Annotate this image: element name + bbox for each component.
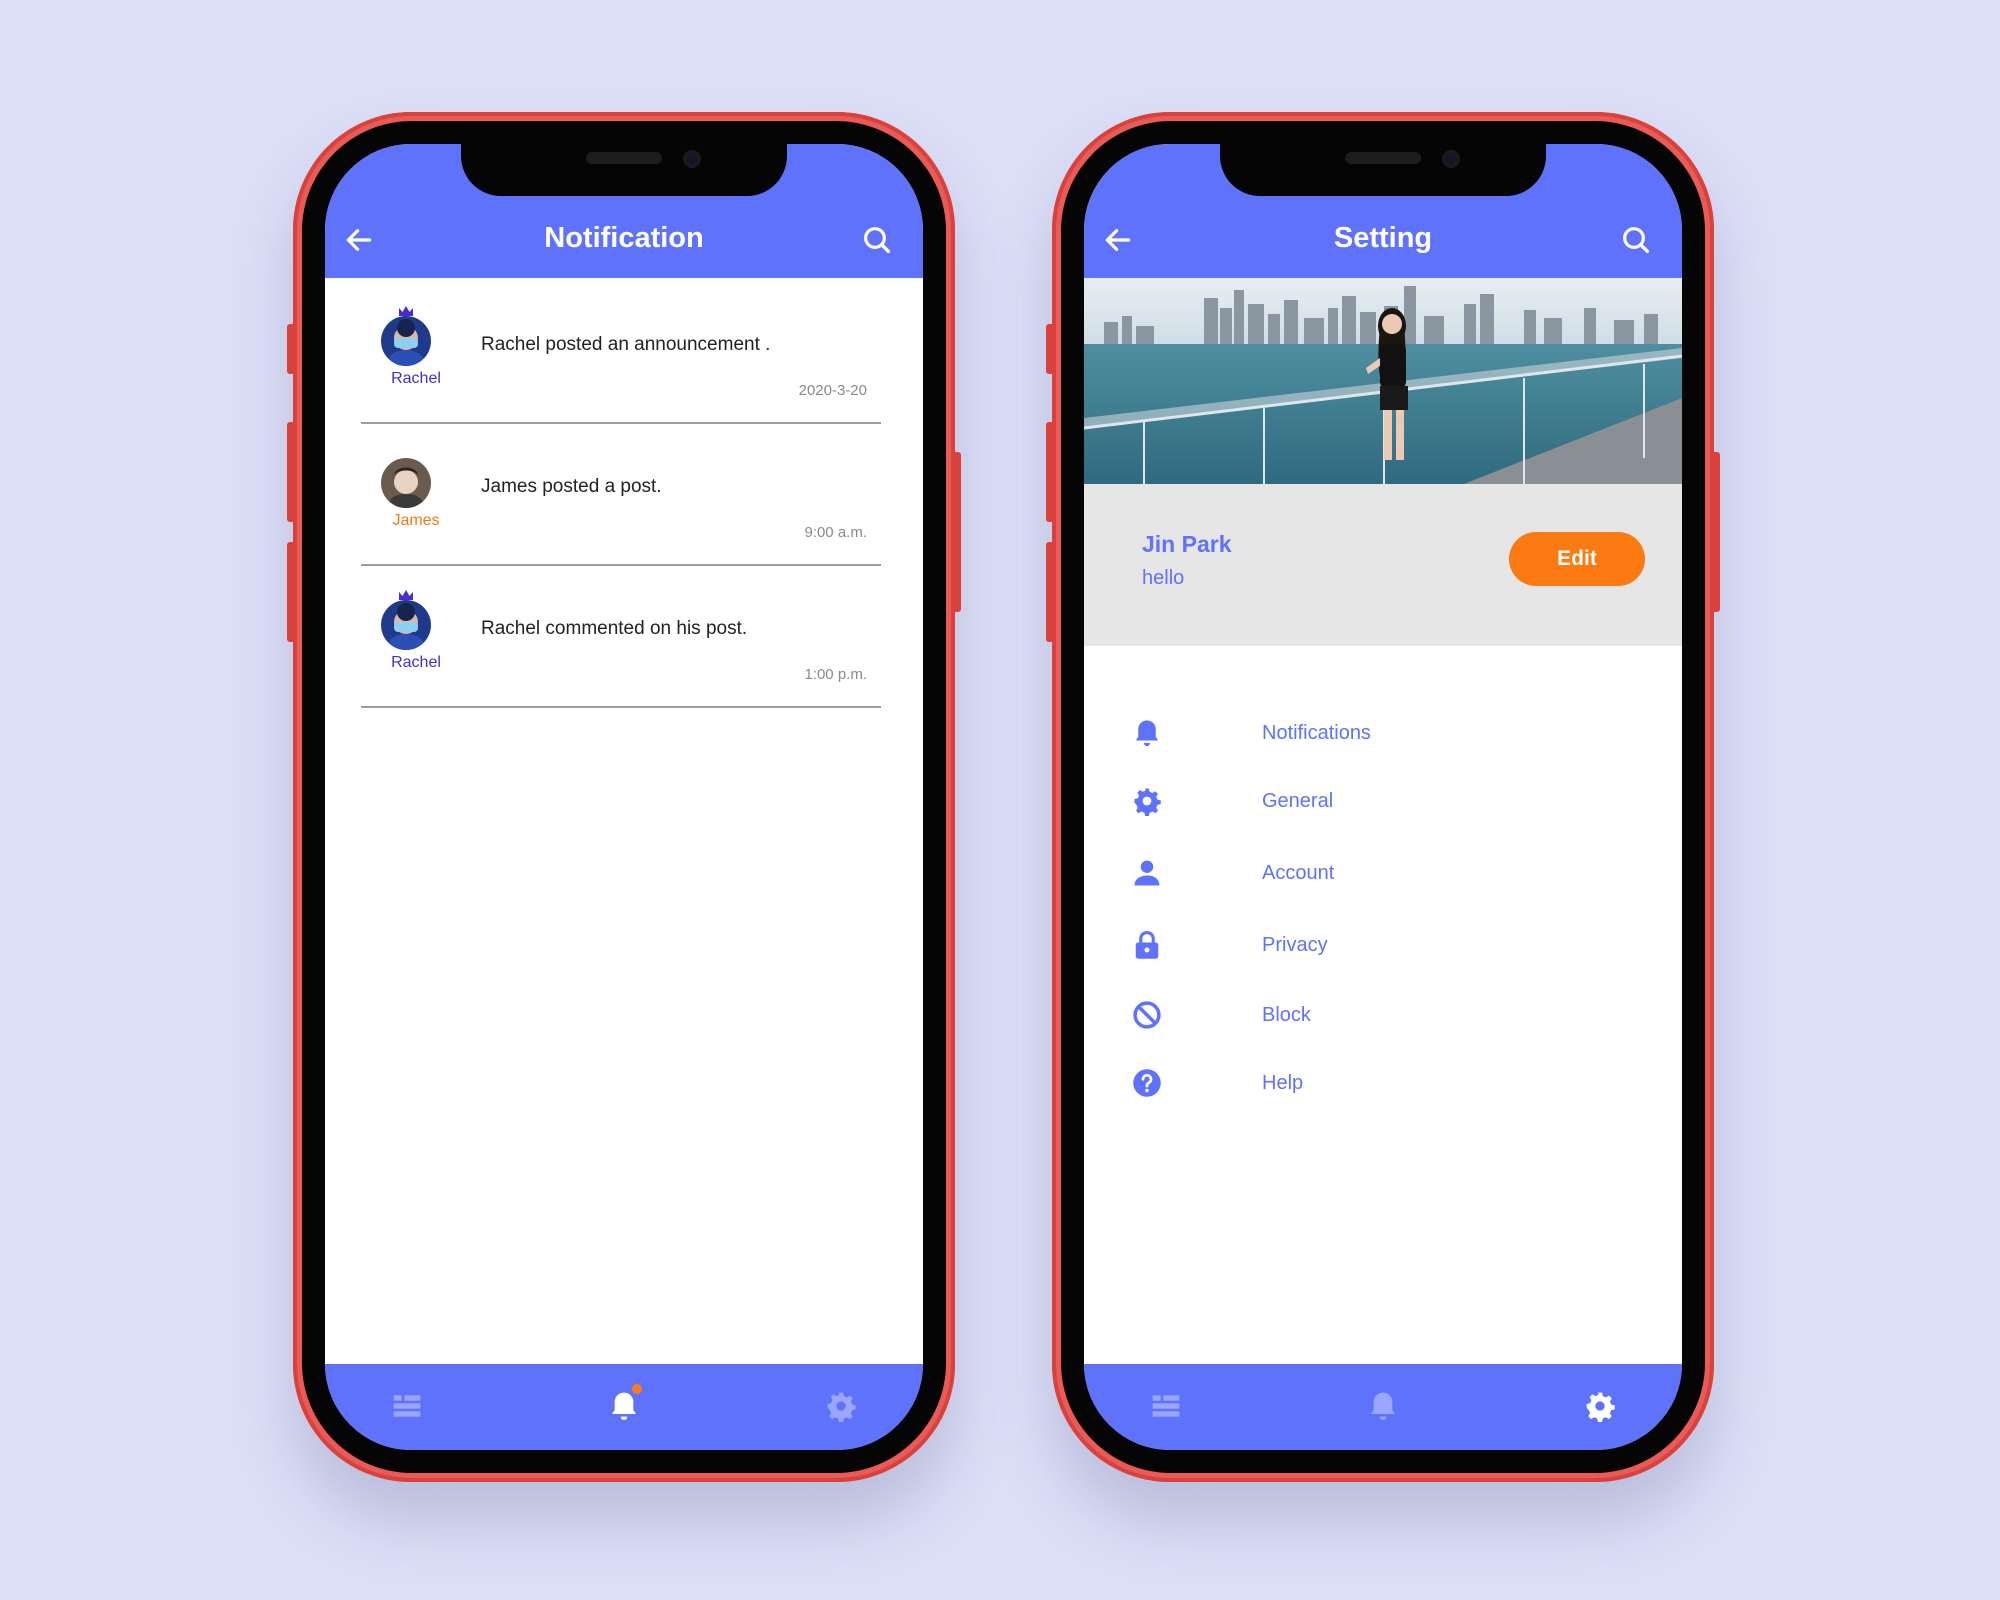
notch: [1220, 144, 1546, 196]
menu-label: General: [1262, 790, 1334, 812]
volume-down-button: [1046, 542, 1054, 642]
power-button: [953, 452, 961, 612]
mute-switch: [1046, 324, 1054, 374]
avatar: [381, 600, 431, 650]
notification-time: 9:00 a.m.: [804, 524, 867, 541]
cover-photo: [1084, 278, 1682, 484]
edit-profile-button[interactable]: Edit: [1509, 532, 1645, 586]
screen-settings: Setting Jin Park hello Edit Notification…: [1084, 144, 1682, 1450]
power-button: [1712, 452, 1720, 612]
phone-bezel: Notification Rachel Rachel posted an ann…: [302, 121, 946, 1473]
notification-badge: [632, 1384, 642, 1394]
screen-notification: Notification Rachel Rachel posted an ann…: [325, 144, 923, 1450]
profile-status: hello: [1142, 567, 1185, 589]
search-icon[interactable]: [861, 224, 893, 256]
avatar: [381, 458, 431, 508]
avatar-name: James: [392, 512, 440, 529]
block-icon: [1132, 1000, 1162, 1030]
notification-time: 1:00 p.m.: [804, 666, 867, 683]
avatar-name: Rachel: [391, 370, 441, 387]
menu-item-notifications[interactable]: Notifications: [1132, 714, 1612, 754]
menu-item-privacy[interactable]: Privacy: [1132, 926, 1612, 966]
menu-label: Help: [1262, 1072, 1304, 1094]
bottom-tab-bar: [325, 1364, 923, 1450]
front-camera: [683, 150, 701, 168]
avatar-name: Rachel: [391, 654, 441, 671]
menu-item-account[interactable]: Account: [1132, 854, 1612, 894]
menu-label: Account: [1262, 862, 1335, 884]
volume-up-button: [287, 422, 295, 522]
page-title: Setting: [1333, 222, 1433, 254]
speaker: [586, 152, 662, 164]
person-icon: [1132, 858, 1162, 888]
crown-icon: [399, 590, 413, 600]
bottom-tab-bar: [1084, 1364, 1682, 1450]
volume-down-button: [287, 542, 295, 642]
menu-item-general[interactable]: General: [1132, 782, 1612, 822]
notch: [461, 144, 787, 196]
gear-icon[interactable]: [825, 1390, 857, 1422]
bell-icon: [1132, 718, 1162, 748]
notification-message: James posted a post.: [481, 476, 662, 497]
menu-item-block[interactable]: Block: [1132, 996, 1612, 1036]
menu-label: Block: [1262, 1004, 1311, 1026]
mute-switch: [287, 324, 295, 374]
phone-bezel: Setting Jin Park hello Edit Notification…: [1061, 121, 1705, 1473]
phone-settings: Setting Jin Park hello Edit Notification…: [1046, 112, 1720, 1482]
avatar: [381, 316, 431, 366]
volume-up-button: [1046, 422, 1054, 522]
phone-notification: Notification Rachel Rachel posted an ann…: [287, 112, 961, 1482]
menu-label: Privacy: [1262, 934, 1328, 956]
notification-message: Rachel posted an announcement .: [481, 334, 771, 355]
notification-message: Rachel commented on his post.: [481, 618, 748, 639]
gear-icon: [1132, 786, 1162, 816]
search-icon[interactable]: [1620, 224, 1652, 256]
profile-card: Jin Park hello Edit: [1084, 484, 1682, 646]
notification-item[interactable]: Rachel Rachel posted an announcement . 2…: [361, 282, 881, 424]
notification-time: 2020-3-20: [798, 382, 867, 399]
crown-icon: [399, 306, 413, 316]
lock-icon: [1132, 930, 1162, 960]
menu-item-help[interactable]: Help: [1132, 1064, 1612, 1104]
page-title: Notification: [544, 222, 704, 254]
speaker: [1345, 152, 1421, 164]
front-camera: [1442, 150, 1460, 168]
help-icon: [1132, 1068, 1162, 1098]
bell-icon[interactable]: [1367, 1390, 1399, 1422]
list-icon[interactable]: [1150, 1390, 1182, 1422]
notification-item[interactable]: James James posted a post. 9:00 a.m.: [361, 424, 881, 566]
bell-icon[interactable]: [608, 1384, 642, 1422]
profile-name: Jin Park: [1142, 531, 1232, 557]
list-icon[interactable]: [391, 1390, 423, 1422]
menu-label: Notifications: [1262, 722, 1371, 744]
notification-item[interactable]: Rachel Rachel commented on his post. 1:0…: [361, 566, 881, 708]
gear-icon[interactable]: [1584, 1390, 1616, 1422]
